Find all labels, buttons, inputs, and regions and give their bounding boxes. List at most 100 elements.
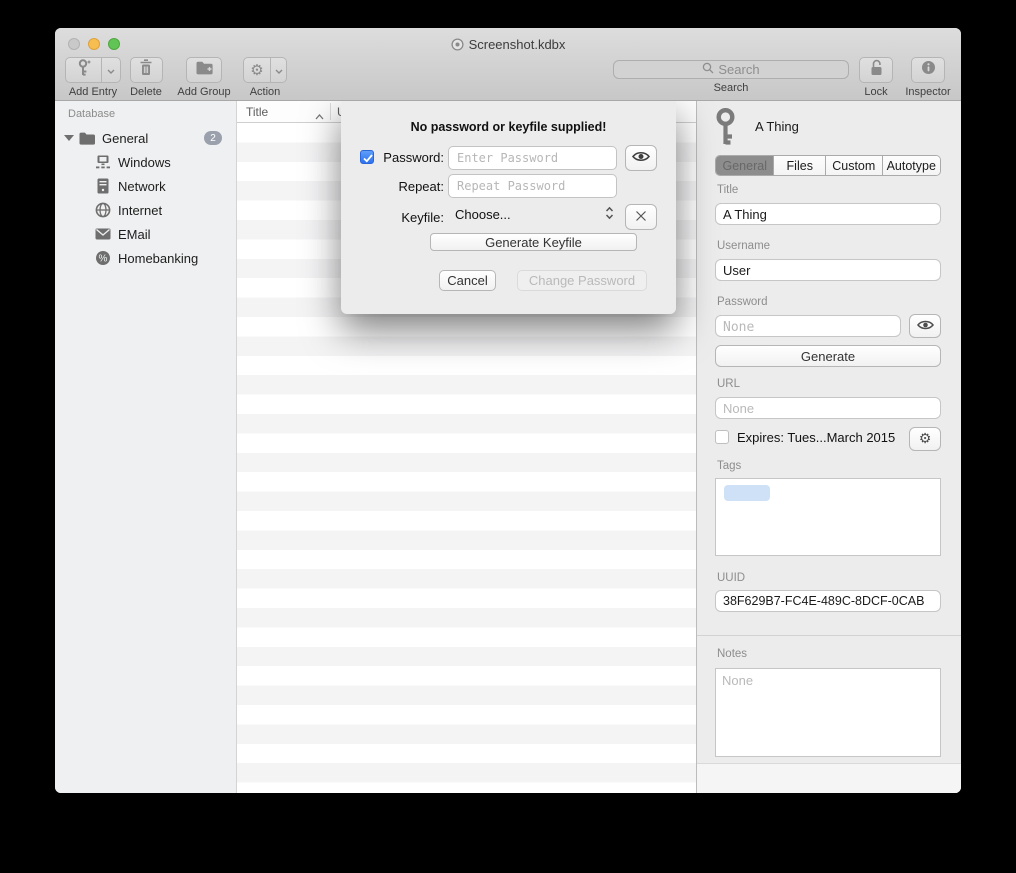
percent-icon: % bbox=[95, 250, 111, 266]
sheet-password-input[interactable] bbox=[448, 146, 617, 170]
toolbar-group-lock: Lock bbox=[856, 57, 896, 98]
add-entry-button[interactable] bbox=[65, 57, 102, 83]
toolbar-group-search: Search Search bbox=[613, 57, 849, 94]
inspector-label: Inspector bbox=[900, 86, 956, 98]
inspector-divider bbox=[697, 635, 961, 636]
delete-button[interactable] bbox=[130, 57, 163, 83]
url-field[interactable] bbox=[715, 397, 941, 419]
toolbar-group-add-group: Add Group bbox=[171, 57, 237, 98]
group-sidebar: Database General 2 Windows Network bbox=[55, 101, 237, 793]
chevron-down-icon bbox=[107, 61, 115, 79]
window-title-text: Screenshot.kdbx bbox=[469, 37, 566, 52]
sidebar-item-label: EMail bbox=[118, 227, 151, 242]
folder-plus-icon bbox=[196, 61, 213, 80]
add-group-button[interactable] bbox=[186, 57, 222, 83]
sidebar-item-network[interactable]: Network bbox=[55, 174, 236, 198]
close-x-icon bbox=[635, 210, 647, 225]
workgroup-icon bbox=[95, 154, 111, 170]
search-placeholder: Search bbox=[718, 62, 759, 77]
keyfile-popup[interactable]: Choose... bbox=[455, 207, 511, 222]
sheet-reveal-password-button[interactable] bbox=[625, 145, 657, 171]
toolbar-group-inspector: Inspector bbox=[900, 57, 956, 98]
column-header-title[interactable]: Title bbox=[246, 105, 268, 119]
globe-icon bbox=[95, 202, 111, 218]
uuid-field[interactable] bbox=[715, 590, 941, 612]
lock-button[interactable] bbox=[859, 57, 893, 83]
sidebar-item-windows[interactable]: Windows bbox=[55, 150, 236, 174]
change-password-sheet: No password or keyfile supplied! Passwor… bbox=[341, 101, 676, 314]
search-label: Search bbox=[613, 82, 849, 94]
tags-field-label: Tags bbox=[717, 460, 741, 472]
password-field[interactable] bbox=[715, 315, 901, 337]
reveal-password-button[interactable] bbox=[909, 314, 941, 338]
action-label: Action bbox=[239, 86, 291, 98]
stepper-icon[interactable] bbox=[605, 206, 614, 225]
tab-custom[interactable]: Custom bbox=[825, 156, 882, 175]
sheet-repeat-label: Repeat: bbox=[371, 179, 444, 194]
inspector-button[interactable] bbox=[911, 57, 945, 83]
lock-label: Lock bbox=[856, 86, 896, 98]
search-icon bbox=[702, 62, 714, 77]
toolbar-group-add-entry: Add Entry bbox=[62, 57, 124, 98]
username-field[interactable] bbox=[715, 259, 941, 281]
sidebar-item-label: General bbox=[102, 131, 148, 146]
action-chevron-button[interactable] bbox=[271, 57, 287, 83]
add-group-label: Add Group bbox=[171, 86, 237, 98]
tab-autotype[interactable]: Autotype bbox=[882, 156, 940, 175]
sidebar-item-general[interactable]: General 2 bbox=[55, 126, 236, 150]
entry-title-heading: A Thing bbox=[755, 119, 799, 134]
svg-text:%: % bbox=[99, 253, 108, 264]
sheet-keyfile-label: Keyfile: bbox=[371, 210, 444, 225]
cancel-button[interactable]: Cancel bbox=[439, 270, 496, 291]
gear-icon: ⚙ bbox=[250, 63, 263, 78]
tags-box[interactable] bbox=[715, 478, 941, 556]
toolbar-group-action: ⚙ Action bbox=[239, 57, 291, 98]
column-divider[interactable] bbox=[330, 103, 331, 120]
uuid-field-label: UUID bbox=[717, 572, 745, 584]
expires-settings-button[interactable]: ⚙ bbox=[909, 427, 941, 451]
title-field-label: Title bbox=[717, 184, 738, 196]
sidebar-item-internet[interactable]: Internet bbox=[55, 198, 236, 222]
key-plus-icon bbox=[77, 59, 91, 82]
tab-general[interactable]: General bbox=[716, 156, 773, 175]
trash-icon bbox=[139, 59, 153, 81]
title-field[interactable] bbox=[715, 203, 941, 225]
inspector-panel: A Thing General Files Custom Autotype Ti… bbox=[696, 101, 961, 793]
window-title: Screenshot.kdbx bbox=[55, 37, 961, 54]
sheet-repeat-input[interactable] bbox=[448, 174, 617, 198]
change-password-button[interactable]: Change Password bbox=[517, 270, 647, 291]
sidebar-item-email[interactable]: EMail bbox=[55, 222, 236, 246]
disclosure-triangle-icon[interactable] bbox=[64, 135, 74, 141]
action-button[interactable]: ⚙ bbox=[243, 57, 271, 83]
sort-ascending-icon bbox=[315, 109, 324, 123]
sidebar-item-label: Network bbox=[118, 179, 166, 194]
envelope-icon bbox=[95, 228, 111, 240]
add-entry-label: Add Entry bbox=[62, 86, 124, 98]
entry-count-badge: 2 bbox=[204, 131, 222, 145]
expires-checkbox[interactable] bbox=[715, 430, 729, 444]
key-icon bbox=[713, 108, 738, 150]
clear-keyfile-button[interactable] bbox=[625, 204, 657, 230]
open-padlock-icon bbox=[869, 59, 884, 81]
tab-files[interactable]: Files bbox=[773, 156, 825, 175]
search-input[interactable]: Search bbox=[613, 60, 849, 79]
gear-icon: ⚙ bbox=[919, 432, 932, 446]
add-entry-dropdown-button[interactable] bbox=[102, 57, 121, 83]
password-field-label: Password bbox=[717, 296, 768, 308]
titlebar-toolbar: Screenshot.kdbx Add Entry bbox=[55, 28, 961, 101]
eye-icon bbox=[917, 319, 934, 334]
tag-token[interactable] bbox=[724, 485, 770, 501]
delete-label: Delete bbox=[123, 86, 169, 98]
notes-field[interactable] bbox=[715, 668, 941, 757]
toolbar-group-delete: Delete bbox=[123, 57, 169, 98]
sidebar-item-homebanking[interactable]: % Homebanking bbox=[55, 246, 236, 270]
chevron-down-icon bbox=[275, 61, 283, 79]
inspector-footer bbox=[697, 763, 961, 793]
info-icon bbox=[921, 60, 936, 80]
url-field-label: URL bbox=[717, 378, 740, 390]
generate-keyfile-button[interactable]: Generate Keyfile bbox=[430, 233, 637, 251]
generate-password-button[interactable]: Generate bbox=[715, 345, 941, 367]
server-icon bbox=[95, 178, 111, 194]
expires-label: Expires: Tues...March 2015 bbox=[737, 430, 895, 445]
notes-field-label: Notes bbox=[717, 648, 747, 660]
